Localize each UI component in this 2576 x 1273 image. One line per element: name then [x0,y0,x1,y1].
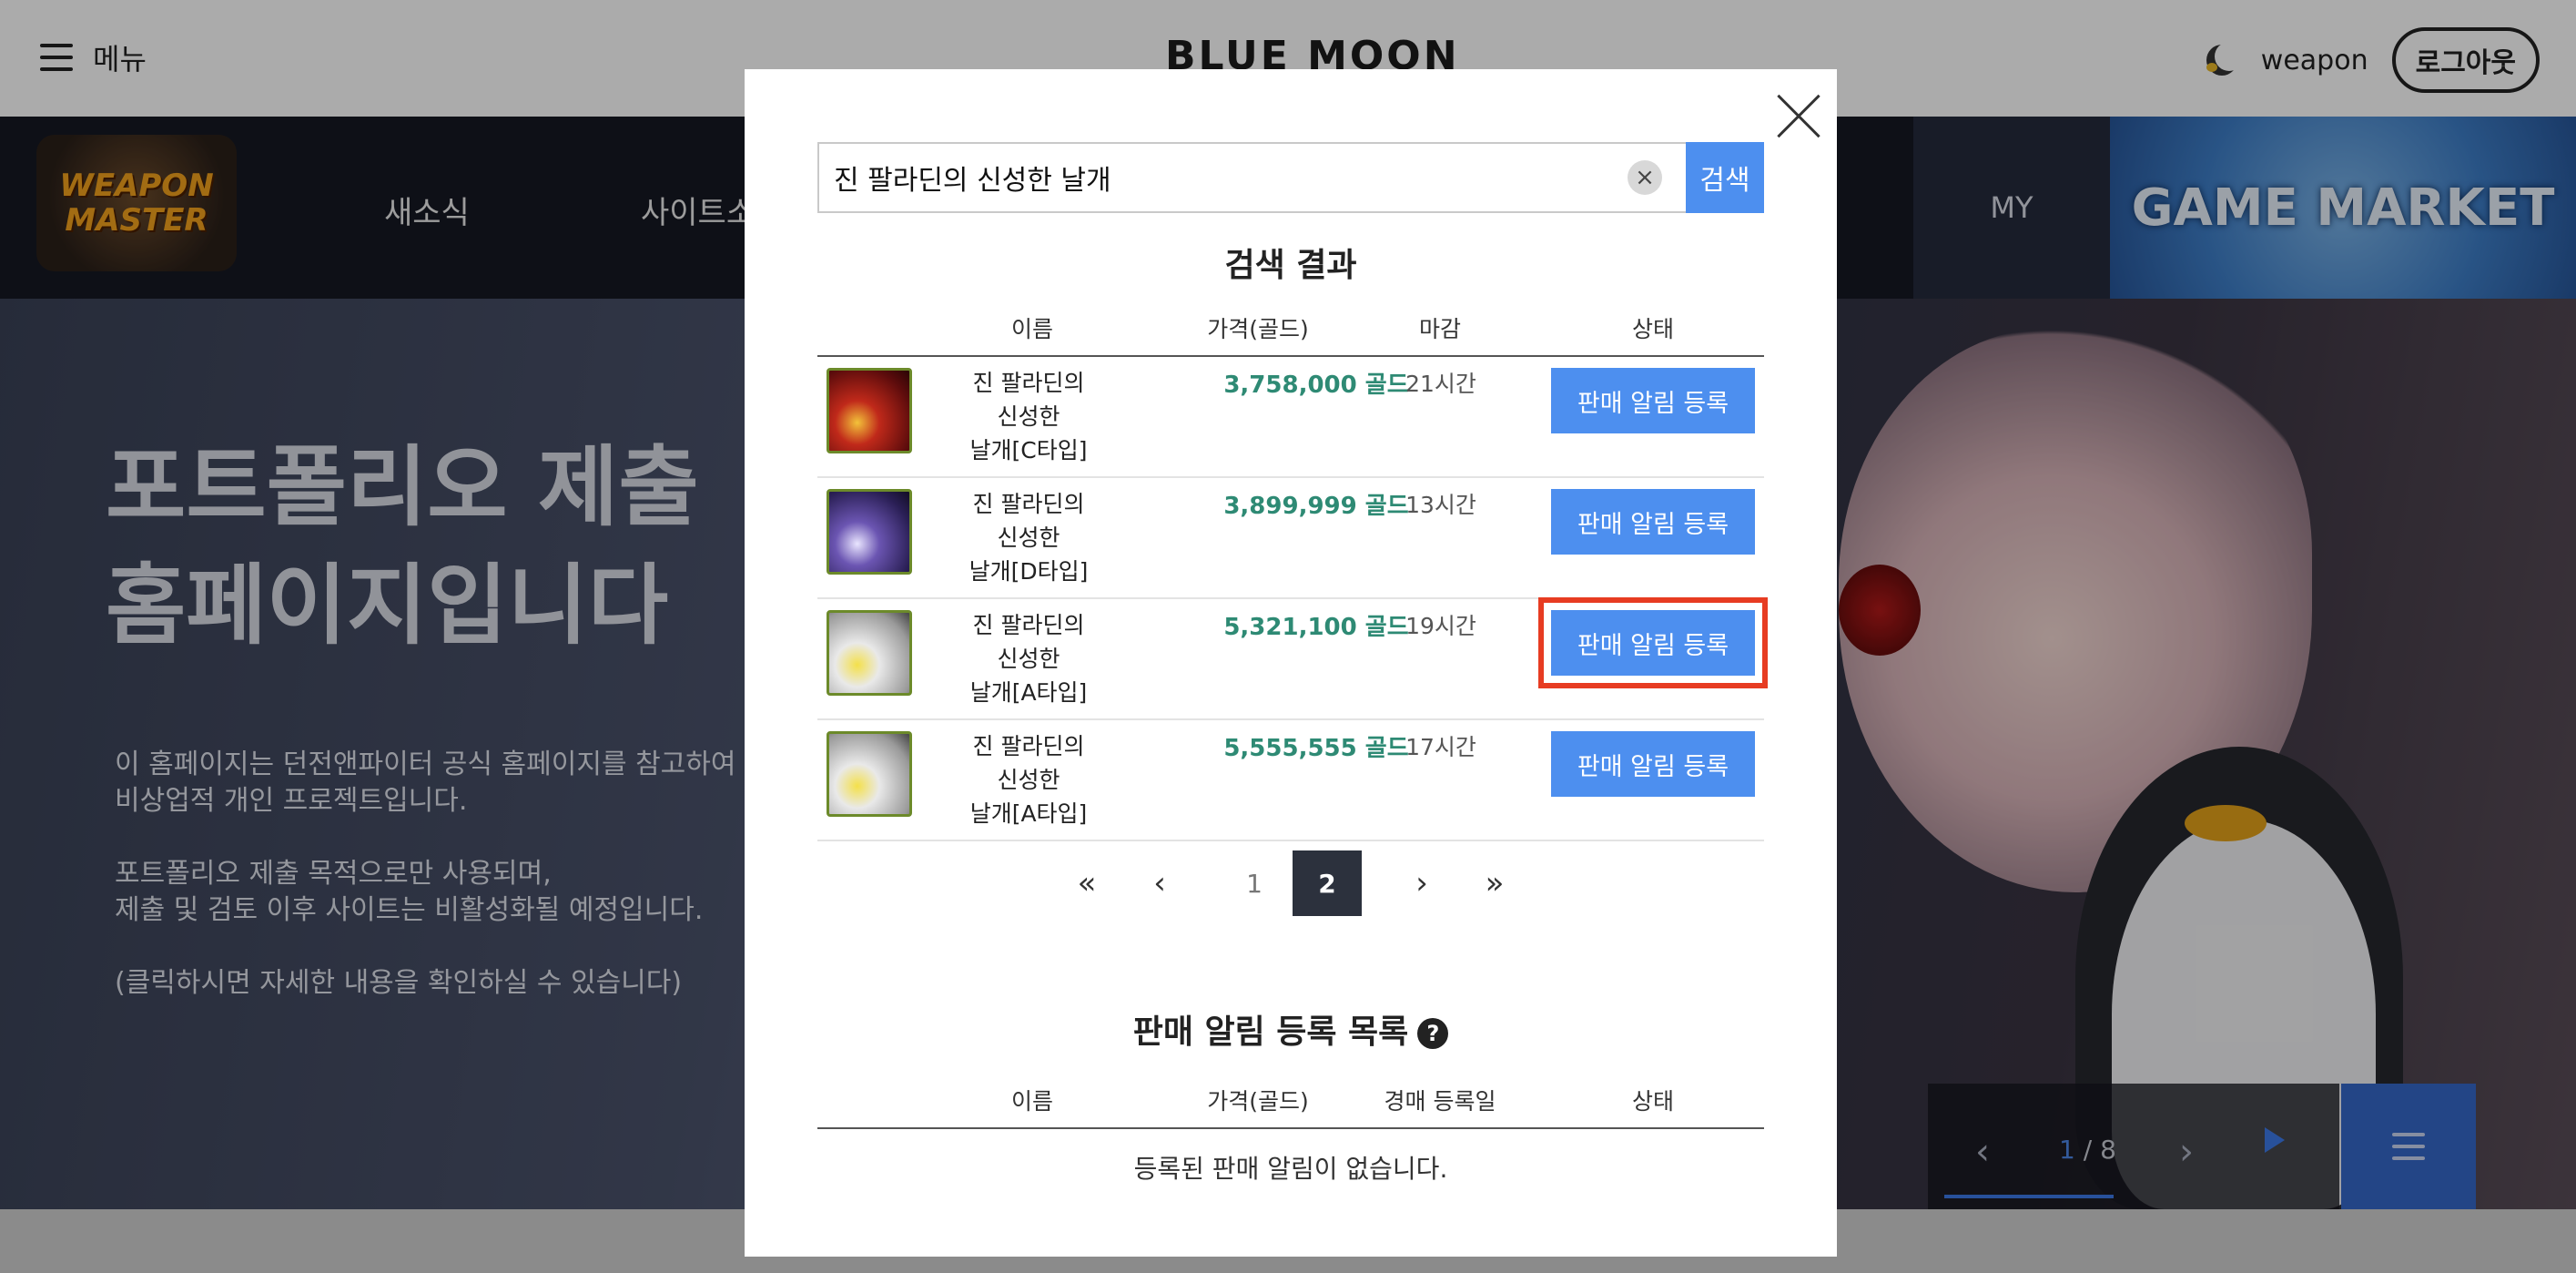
item-thumbnail [827,610,912,696]
search-bar: × 검색 [817,142,1764,213]
alerts-table-header: 이름 가격(골드) 경매 등록일 상태 [817,1065,1764,1129]
item-name-line: 날개[A타입] [969,800,1088,827]
item-deadline: 13시간 [1405,492,1476,518]
item-name-line: 날개[D타입] [969,558,1089,585]
item-deadline: 17시간 [1405,734,1476,760]
search-input[interactable] [817,142,1686,213]
first-page-icon[interactable]: « [1052,850,1121,916]
item-name-line: 신성한 [997,524,1060,551]
column-price: 가격(골드) [1207,1088,1309,1115]
sale-alert-button[interactable]: 판매 알림 등록 [1551,731,1755,797]
clear-icon[interactable]: × [1628,160,1662,195]
pagination: « ‹ 1 2 › » [745,850,1837,916]
table-row: 진 팔라딘의 신성한 날개[A타입] 5,321,100 골드 19시간 판매 … [817,597,1768,720]
item-name-line: 진 팔라딘의 [972,491,1085,517]
item-name: 진 팔라딘의 신성한 날개[D타입] [954,487,1103,588]
alerts-title-text: 판매 알림 등록 목록 [1132,1013,1409,1051]
item-name-line: 진 팔라딘의 [972,733,1085,759]
item-deadline: 21시간 [1405,371,1476,397]
table-row: 진 팔라딘의 신성한 날개[C타입] 3,758,000 골드 21시간 판매 … [817,357,1764,478]
next-page-icon[interactable]: › [1387,850,1456,916]
results-title: 검색 결과 [1224,247,1357,284]
column-status: 상태 [1631,1088,1675,1115]
results-table-header: 이름 가격(골드) 마감 상태 [817,293,1764,357]
help-icon[interactable]: ? [1417,1018,1449,1049]
column-auction-date: 경매 등록일 [1384,1088,1496,1115]
search-modal: × 검색 검색 결과 이름 가격(골드) 마감 상태 진 팔라딘의 신성한 날개… [745,69,1837,1257]
sale-alert-button-highlighted[interactable]: 판매 알림 등록 [1538,597,1768,688]
column-name: 이름 [1010,1088,1054,1115]
table-row: 진 팔라딘의 신성한 날개[A타입] 5,555,555 골드 17시간 판매 … [817,720,1764,841]
item-name-line: 신성한 [997,403,1060,430]
item-thumbnail [827,731,912,817]
item-deadline: 19시간 [1405,613,1476,639]
page-button-1[interactable]: 1 [1220,850,1289,916]
column-name: 이름 [1010,316,1054,342]
column-deadline: 마감 [1418,316,1462,342]
item-name-line: 진 팔라딘의 [972,612,1085,638]
sale-alert-button[interactable]: 판매 알림 등록 [1551,368,1755,433]
sale-alert-button[interactable]: 판매 알림 등록 [1551,489,1755,555]
item-thumbnail [827,489,912,575]
item-name-line: 신성한 [997,767,1060,793]
item-thumbnail [827,368,912,453]
item-name: 진 팔라딘의 신성한 날개[A타입] [954,729,1103,830]
page-button-2[interactable]: 2 [1293,850,1362,916]
prev-page-icon[interactable]: ‹ [1125,850,1194,916]
close-icon[interactable] [1775,93,1822,140]
item-name: 진 팔라딘의 신성한 날개[A타입] [954,608,1103,709]
results-table-body: 진 팔라딘의 신성한 날개[C타입] 3,758,000 골드 21시간 판매 … [817,357,1768,841]
item-name: 진 팔라딘의 신성한 날개[C타입] [954,366,1103,467]
item-name-line: 진 팔라딘의 [972,370,1085,396]
column-price: 가격(골드) [1207,316,1309,342]
item-name-line: 신성한 [997,646,1060,672]
column-status: 상태 [1631,316,1675,342]
last-page-icon[interactable]: » [1460,850,1529,916]
alerts-title: 판매 알림 등록 목록? [745,1005,1837,1053]
item-name-line: 날개[A타입] [969,679,1088,706]
item-name-line: 날개[C타입] [969,437,1088,463]
empty-alerts-message: 등록된 판매 알림이 없습니다. [1133,1154,1448,1184]
search-button[interactable]: 검색 [1686,142,1764,213]
table-row: 진 팔라딘의 신성한 날개[D타입] 3,899,999 골드 13시간 판매 … [817,478,1764,599]
